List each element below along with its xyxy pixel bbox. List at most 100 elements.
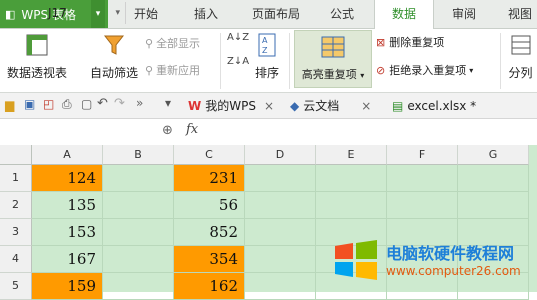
cell-b4[interactable] (103, 246, 174, 273)
column-header-b[interactable]: B (103, 145, 174, 165)
cell-f2[interactable] (387, 192, 458, 219)
cell-f1[interactable] (387, 165, 458, 192)
column-header-d[interactable]: D (245, 145, 316, 165)
cell-a3[interactable]: 153 (32, 219, 103, 246)
sort-button[interactable]: A Z 排序 (252, 33, 282, 83)
cell-b3[interactable] (103, 219, 174, 246)
open-folder-icon[interactable]: ▆ (5, 98, 14, 112)
tab-page-layout[interactable]: 页面布局 (240, 0, 312, 28)
row-header[interactable]: 2 (0, 192, 32, 219)
funnel-small-icon: ⚲ (145, 36, 154, 50)
split-column-label: 分列 (508, 66, 533, 80)
tab-view[interactable]: 视图 (500, 0, 537, 28)
cell-d1[interactable] (245, 165, 316, 192)
export-pdf-icon[interactable]: ◰ (43, 97, 54, 111)
cell-g1[interactable] (458, 165, 529, 192)
cell-d5[interactable] (245, 273, 316, 300)
reject-duplicates-button[interactable]: ⊘ 拒绝录入重复项 ▾ (376, 62, 473, 78)
cell-e2[interactable] (316, 192, 387, 219)
autofilter-button[interactable]: 自动筛选 (86, 33, 142, 83)
sort-descending-icon: Z↓A (227, 56, 250, 67)
cell-d4[interactable] (245, 246, 316, 273)
tab-home[interactable]: 开始 (120, 0, 172, 28)
svg-text:A: A (262, 36, 268, 45)
row-header[interactable]: 4 (0, 246, 32, 273)
cell-e1[interactable] (316, 165, 387, 192)
row-header[interactable]: 3 (0, 219, 32, 246)
cell-d3[interactable] (245, 219, 316, 246)
tab-data[interactable]: 数据 (374, 0, 434, 29)
column-header-a[interactable]: A (32, 145, 103, 165)
show-all-label: 全部显示 (156, 37, 201, 50)
cell-a2[interactable]: 135 (32, 192, 103, 219)
cell-d2[interactable] (245, 192, 316, 219)
cell-b5[interactable] (103, 273, 174, 300)
reapply-label: 重新应用 (156, 64, 201, 77)
function-fx-icon[interactable]: fx (186, 122, 198, 137)
cell-c4[interactable]: 354 (174, 246, 245, 273)
tab-insert[interactable]: 插入 (180, 0, 232, 28)
remove-duplicates-label: 删除重复项 (389, 36, 445, 49)
column-header-f[interactable]: F (387, 145, 458, 165)
sort-descending-button[interactable]: Z↓A (227, 56, 249, 67)
pivot-table-label: 数据透视表 (6, 66, 67, 80)
row-header[interactable]: 1 (0, 165, 32, 192)
highlight-duplicates-label: 高亮重复项 (301, 68, 357, 81)
name-box[interactable]: J17 ▾ (0, 2, 126, 24)
tab-excel-file[interactable]: ▤ excel.xlsx * (392, 93, 476, 118)
close-icon[interactable]: × (361, 99, 371, 113)
tab-cloud-docs[interactable]: ◆ 云文档 × (290, 93, 371, 118)
cell-c3[interactable]: 852 (174, 219, 245, 246)
sort-ascending-icon: A↓Z (227, 32, 250, 43)
highlight-table-icon (321, 36, 345, 58)
redo-icon[interactable]: ↷ (114, 96, 125, 111)
more-chevron-icon[interactable]: » (136, 96, 143, 110)
ribbon-separator (500, 33, 501, 89)
pivot-table-button[interactable]: 数据透视表 (4, 33, 70, 83)
column-header-c[interactable]: C (174, 145, 245, 165)
select-all-corner[interactable] (0, 145, 32, 165)
cell-c2[interactable]: 56 (174, 192, 245, 219)
watermark-url: www.computer26.com (386, 264, 521, 278)
watermark-title: 电脑软硬件教程网 (386, 244, 515, 263)
show-all-button[interactable]: ⚲ 全部显示 (145, 35, 200, 51)
row-header[interactable]: 5 (0, 273, 32, 300)
chevron-down-icon[interactable]: ▾ (115, 8, 120, 18)
tab-my-wps[interactable]: W 我的WPS × (188, 93, 274, 118)
cell-a5[interactable]: 159 (32, 273, 103, 300)
sort-label: 排序 (254, 66, 279, 80)
ribbon-separator (220, 33, 221, 89)
close-icon[interactable]: × (264, 99, 274, 113)
remove-duplicates-icon: ⊠ (376, 35, 386, 49)
undo-icon[interactable]: ↶ (97, 96, 108, 111)
cell-a4[interactable]: 167 (32, 246, 103, 273)
cell-b2[interactable] (103, 192, 174, 219)
tab-excel-file-label: excel.xlsx * (407, 98, 477, 113)
sort-ascending-button[interactable]: A↓Z (227, 32, 249, 43)
cell-b1[interactable] (103, 165, 174, 192)
split-column-icon (511, 35, 530, 55)
spreadsheet-file-icon: ▤ (392, 98, 404, 113)
cell-c1[interactable]: 231 (174, 165, 245, 192)
reapply-button[interactable]: ⚲ 重新应用 (145, 62, 200, 78)
tab-cloud-docs-label: 云文档 (303, 99, 340, 113)
split-column-button[interactable]: 分列 (504, 33, 537, 83)
tab-review[interactable]: 审阅 (440, 0, 488, 28)
highlight-duplicates-button[interactable]: 高亮重复项 ▾ (294, 30, 372, 88)
print-icon[interactable]: ⎙ (62, 97, 72, 112)
cell-g2[interactable] (458, 192, 529, 219)
cell-c5[interactable]: 162 (174, 273, 245, 300)
formula-input[interactable] (210, 121, 537, 143)
column-header-e[interactable]: E (316, 145, 387, 165)
sort-az-icon: A Z (258, 33, 276, 57)
reject-duplicates-icon: ⊘ (376, 63, 386, 77)
save-icon[interactable]: ▣ (24, 97, 35, 111)
print-preview-icon[interactable]: ▢ (81, 97, 92, 111)
tab-formula[interactable]: 公式 (318, 0, 366, 28)
column-header-g[interactable]: G (458, 145, 529, 165)
svg-text:Z: Z (262, 46, 268, 55)
remove-duplicates-button[interactable]: ⊠ 删除重复项 (376, 34, 444, 50)
customize-dropdown-icon[interactable]: ▾ (165, 96, 171, 110)
zoom-search-icon[interactable]: ⊕ (162, 123, 173, 138)
cell-a1[interactable]: 124 (32, 165, 103, 192)
